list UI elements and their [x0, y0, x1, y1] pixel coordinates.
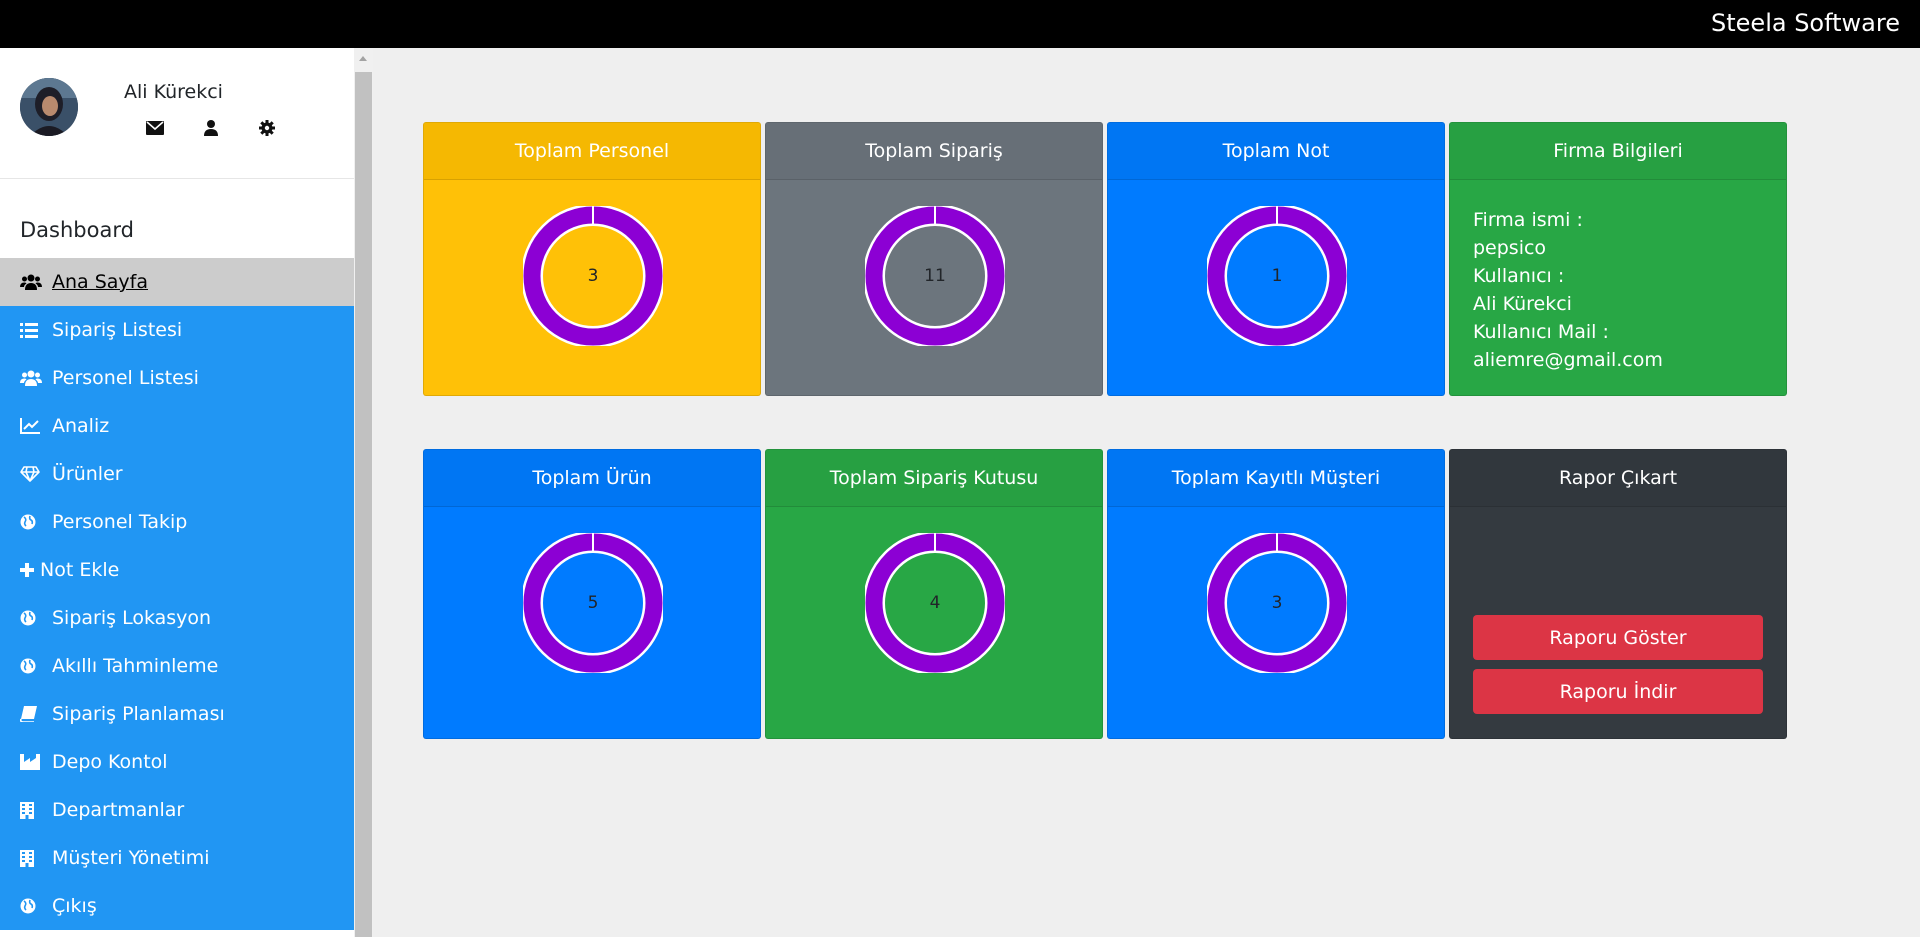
company-name-value: pepsico	[1473, 237, 1547, 259]
card-title: Toplam Not	[1108, 123, 1444, 180]
card-title: Firma Bilgileri	[1450, 123, 1786, 180]
profile-actions	[145, 118, 277, 138]
sidebar-item-siparis-planlamasi[interactable]: Sipariş Planlaması	[0, 690, 354, 738]
sidebar-item-personel-takip[interactable]: Personel Takip	[0, 498, 354, 546]
donut-value: 3	[587, 266, 599, 286]
building-icon	[20, 800, 44, 820]
donut-chart: 5	[521, 531, 665, 675]
donut-value: 11	[924, 266, 946, 286]
plus-icon	[20, 560, 34, 580]
globe-icon	[20, 608, 44, 628]
sidebar-item-label: Sipariş Planlaması	[52, 703, 225, 725]
sidebar-item-analiz[interactable]: Analiz	[0, 402, 354, 450]
user-label: Kullanıcı :	[1473, 265, 1565, 287]
card-title: Rapor Çıkart	[1450, 450, 1786, 507]
sidebar-item-depo-kontol[interactable]: Depo Kontol	[0, 738, 354, 786]
card-toplam-siparis-kutusu: Toplam Sipariş Kutusu 4	[765, 449, 1103, 739]
avatar	[20, 78, 78, 136]
sidebar-item-label: Personel Takip	[52, 511, 188, 533]
top-bar: Steela Software	[0, 0, 1920, 48]
line-chart-icon	[20, 416, 44, 436]
profile-panel: Ali Kürekci	[0, 48, 354, 179]
card-title: Toplam Sipariş	[766, 123, 1102, 180]
user-mail-value: aliemre@gmail.com	[1473, 349, 1663, 371]
sidebar-item-not-ekle[interactable]: Not Ekle	[0, 546, 354, 594]
globe-icon	[20, 512, 44, 532]
donut-chart: 3	[1205, 531, 1349, 675]
sidebar-item-label: Depo Kontol	[52, 751, 168, 773]
sidebar-item-ana-sayfa[interactable]: Ana Sayfa	[0, 258, 354, 306]
sidebar-item-label: Not Ekle	[40, 559, 120, 581]
donut-chart: 4	[863, 531, 1007, 675]
sidebar-item-akilli-tahminleme[interactable]: Akıllı Tahminleme	[0, 642, 354, 690]
card-toplam-kayitli-musteri: Toplam Kayıtlı Müşteri 3	[1107, 449, 1445, 739]
sidebar-item-cikis[interactable]: Çıkış	[0, 882, 354, 930]
sidebar-item-label: Departmanlar	[52, 799, 185, 821]
donut-chart: 1	[1205, 204, 1349, 348]
company-info: Firma ismi : pepsico Kullanıcı : Ali Kür…	[1450, 180, 1786, 374]
book-icon	[20, 704, 44, 724]
sidebar-item-label: Sipariş Listesi	[52, 319, 183, 341]
sidebar-item-label: Analiz	[52, 415, 110, 437]
users-icon	[20, 368, 44, 388]
sidebar-item-personel-listesi[interactable]: Personel Listesi	[0, 354, 354, 402]
sidebar-item-urunler[interactable]: Ürünler	[0, 450, 354, 498]
card-toplam-personel: Toplam Personel 3	[423, 122, 761, 396]
donut-value: 5	[587, 593, 599, 613]
sidebar-item-siparis-lokasyon[interactable]: Sipariş Lokasyon	[0, 594, 354, 642]
donut-value: 3	[1271, 593, 1283, 613]
user-value: Ali Kürekci	[1473, 293, 1572, 315]
globe-icon	[20, 656, 44, 676]
sidebar-item-label: Çıkış	[52, 895, 97, 917]
card-title: Toplam Ürün	[424, 450, 760, 507]
dashboard-heading: Dashboard	[20, 218, 134, 242]
card-firma-bilgileri: Firma Bilgileri Firma ismi : pepsico Kul…	[1449, 122, 1787, 396]
sidebar-item-label: Müşteri Yönetimi	[52, 847, 210, 869]
sidebar-item-label: Ana Sayfa	[52, 271, 149, 293]
user-mail-label: Kullanıcı Mail :	[1473, 321, 1609, 343]
sidebar-item-musteri-yonetimi[interactable]: Müşteri Yönetimi	[0, 834, 354, 882]
sidebar-item-siparis-listesi[interactable]: Sipariş Listesi	[0, 306, 354, 354]
card-title: Toplam Kayıtlı Müşteri	[1108, 450, 1444, 507]
scroll-up-arrow[interactable]	[359, 56, 367, 61]
show-report-button[interactable]: Raporu Göster	[1473, 615, 1763, 660]
donut-value: 4	[929, 593, 941, 613]
sidebar-item-label: Ürünler	[52, 463, 123, 485]
card-title: Toplam Personel	[424, 123, 760, 180]
list-icon	[20, 320, 44, 340]
card-toplam-siparis: Toplam Sipariş 11	[765, 122, 1103, 396]
scrollbar-thumb[interactable]	[355, 72, 372, 937]
user-icon[interactable]	[201, 118, 221, 138]
company-name-label: Firma ismi :	[1473, 209, 1583, 231]
users-icon	[20, 272, 44, 292]
sidebar: Ali Kürekci Dashboard Ana Sayfa Sipariş …	[0, 48, 354, 937]
brand-name: Steela Software	[1711, 9, 1900, 37]
donut-chart: 11	[863, 204, 1007, 348]
download-report-button[interactable]: Raporu İndir	[1473, 669, 1763, 714]
card-toplam-not: Toplam Not 1	[1107, 122, 1445, 396]
user-name: Ali Kürekci	[124, 81, 223, 103]
sidebar-item-label: Sipariş Lokasyon	[52, 607, 212, 629]
card-title: Toplam Sipariş Kutusu	[766, 450, 1102, 507]
sidebar-scrollbar[interactable]	[354, 48, 373, 937]
sidebar-item-label: Personel Listesi	[52, 367, 199, 389]
donut-value: 1	[1271, 266, 1283, 286]
card-toplam-urun: Toplam Ürün 5	[423, 449, 761, 739]
building-icon	[20, 848, 44, 868]
sidebar-item-departmanlar[interactable]: Departmanlar	[0, 786, 354, 834]
diamond-icon	[20, 464, 44, 484]
sidebar-nav: Ana Sayfa Sipariş Listesi Personel Liste…	[0, 258, 354, 930]
sidebar-item-label: Akıllı Tahminleme	[52, 655, 219, 677]
card-rapor-cikart: Rapor Çıkart Raporu Göster Raporu İndir	[1449, 449, 1787, 739]
donut-chart: 3	[521, 204, 665, 348]
industry-icon	[20, 752, 44, 772]
globe-icon	[20, 896, 44, 916]
gear-icon[interactable]	[257, 118, 277, 138]
envelope-icon[interactable]	[145, 118, 165, 138]
